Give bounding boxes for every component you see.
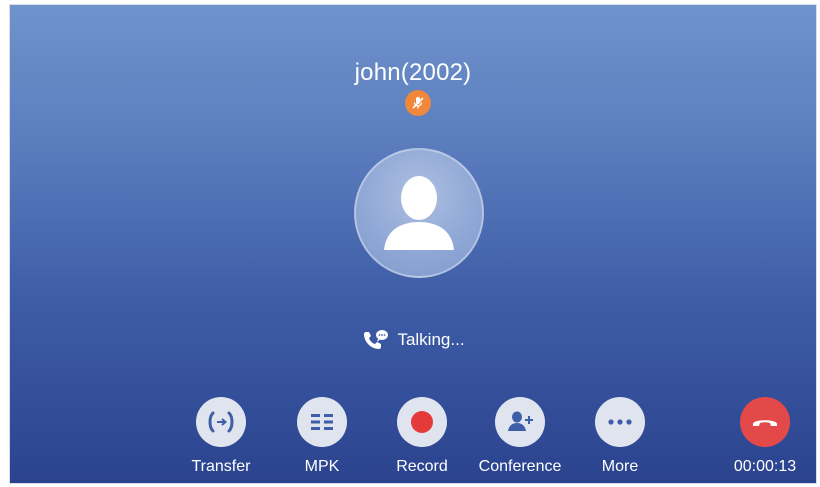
status-text: Talking... [397, 330, 465, 349]
transfer-icon [208, 411, 234, 433]
record-label: Record [396, 458, 448, 475]
more-button[interactable]: More [570, 397, 670, 476]
mic-muted-icon [412, 97, 424, 109]
mpk-button[interactable]: MPK [272, 397, 372, 476]
conference-button-circle[interactable] [495, 397, 545, 447]
call-screen: john(2002) Talking... Transfer MPK Recor… [10, 5, 816, 483]
transfer-button-circle[interactable] [196, 397, 246, 447]
caller-avatar [354, 148, 484, 278]
mute-indicator [405, 90, 431, 116]
call-duration: 00:00:13 [733, 458, 797, 475]
more-button-circle[interactable] [595, 397, 645, 447]
more-label: More [601, 458, 639, 475]
conference-button[interactable]: Conference [470, 397, 570, 476]
hang-up-button[interactable]: 00:00:13 [715, 397, 815, 476]
call-actions: Transfer MPK Record Conference More 00:0… [10, 397, 816, 477]
person-icon [384, 176, 454, 250]
record-icon [411, 411, 433, 433]
record-button[interactable]: Record [372, 397, 472, 476]
record-button-circle[interactable] [397, 397, 447, 447]
end-call-icon [753, 420, 777, 426]
add-participant-icon [508, 411, 533, 431]
caller-name: john(2002) [354, 59, 472, 86]
call-status: Talking... [10, 328, 816, 352]
more-icon [608, 419, 632, 425]
conference-label: Conference [478, 458, 562, 475]
transfer-label: Transfer [191, 458, 251, 475]
mpk-icon [311, 414, 333, 430]
transfer-button[interactable]: Transfer [171, 397, 271, 476]
phone-chat-icon [364, 330, 389, 349]
mpk-label: MPK [304, 458, 340, 475]
hang-up-button-circle[interactable] [740, 397, 790, 447]
mpk-button-circle[interactable] [297, 397, 347, 447]
